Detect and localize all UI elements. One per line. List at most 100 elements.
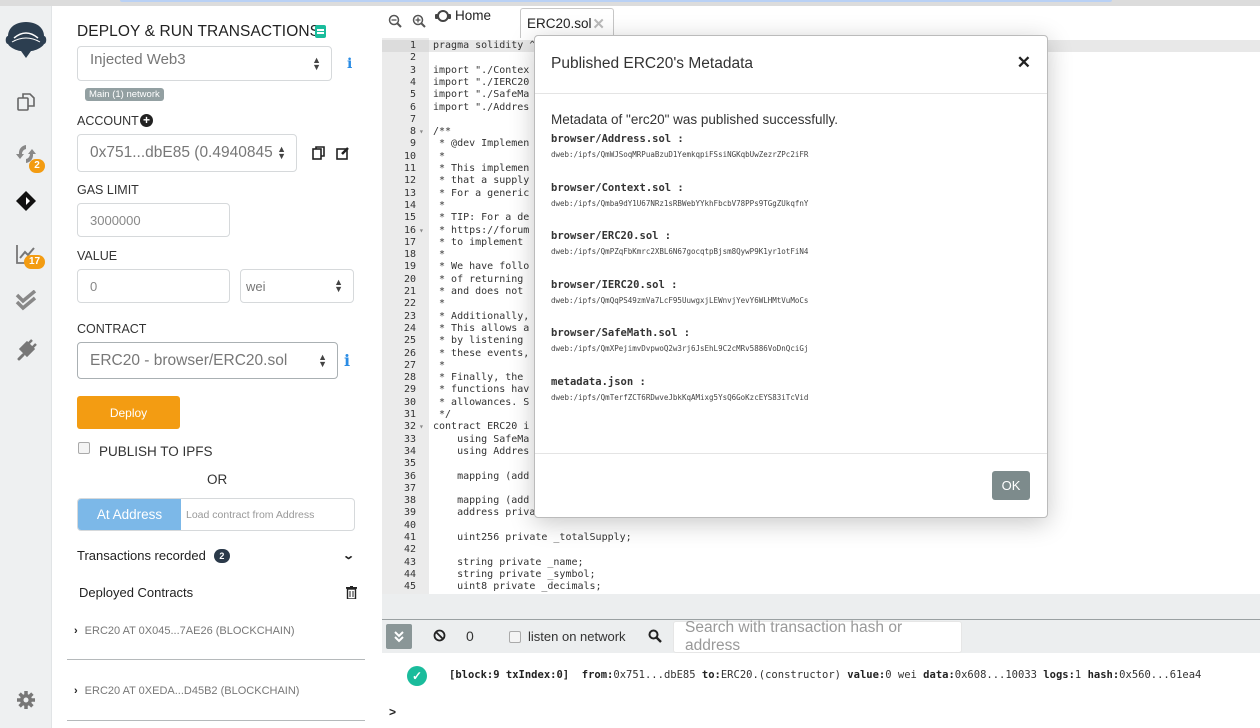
terminal-toolbar: 0 listen on network Search with transact… <box>382 619 1260 654</box>
deployed-contract-item[interactable]: › ERC20 AT 0XEDA...D45B2 (BLOCKCHAIN) <box>74 685 299 697</box>
modal-message: Metadata of "erc20" was published succes… <box>551 112 838 127</box>
fold-arrow-icon[interactable]: ▾ <box>419 421 424 433</box>
line-number: 13 <box>403 187 416 199</box>
at-address-input[interactable]: Load contract from Address <box>181 499 354 530</box>
zoom-out-icon[interactable] <box>388 14 402 31</box>
transaction-log-line[interactable]: [block:9 txIndex:0] from:0x751...dbE85 t… <box>449 669 1201 681</box>
metadata-ipfs-link[interactable]: dweb:/ipfs/QmWJSoqMRPuaBzuD1YemkqpiFSsiN… <box>551 150 808 159</box>
listen-network-checkbox[interactable] <box>509 631 521 643</box>
value-input[interactable]: 0 <box>77 269 230 303</box>
line-number: 22 <box>403 298 416 310</box>
line-number: 3 <box>409 64 416 76</box>
line-code: string private _symbol; <box>433 568 596 580</box>
edit-account-icon[interactable] <box>336 146 350 165</box>
metadata-ipfs-link[interactable]: dweb:/ipfs/QmXPejimvDvpwoQ2w3rj6JsEhL9C2… <box>551 344 808 353</box>
at-address-button[interactable]: At Address <box>78 499 181 530</box>
line-number: 23 <box>403 310 416 322</box>
line-number: 40 <box>403 519 416 531</box>
line-number: 11 <box>403 163 416 174</box>
remix-logo-icon[interactable] <box>0 20 52 60</box>
copy-address-icon[interactable] <box>312 146 325 165</box>
value-unit-select[interactable]: wei ▲ ▼ <box>240 269 354 303</box>
metadata-ipfs-link[interactable]: dweb:/ipfs/QmQqPS49zmVa7LcF95UuwgxjLEWnv… <box>551 296 808 305</box>
line-code: pragma solidity ^ <box>433 40 536 51</box>
close-tab-icon[interactable]: ✕ <box>592 15 605 33</box>
metadata-ipfs-link[interactable]: dweb:/ipfs/QmTerfZCT6RDwveJbkKqAMixg5YsQ… <box>551 393 808 402</box>
fold-arrow-icon[interactable]: ▾ <box>419 225 424 237</box>
modal-title: Published ERC20's Metadata <box>551 55 753 72</box>
line-number: 15 <box>403 212 416 224</box>
publish-ipfs-checkbox[interactable] <box>78 442 90 454</box>
line-code: * <box>433 359 446 371</box>
line-number: 8 <box>409 126 416 138</box>
transaction-search-input[interactable]: Search with transaction hash or address <box>673 619 962 654</box>
add-account-icon[interactable]: + <box>140 114 153 127</box>
metadata-ipfs-link[interactable]: dweb:/ipfs/Qmba9dY1U67NRz1sRBWebYYkhFbcb… <box>551 199 808 208</box>
line-code: * <box>433 150 446 162</box>
line-code: * TIP: For a de <box>433 212 530 224</box>
account-select[interactable]: 0x751...dbE85 (0.4940845 ▲ ▼ <box>77 134 297 172</box>
trash-icon[interactable] <box>346 586 357 604</box>
fold-arrow-icon[interactable]: ▾ <box>419 126 424 138</box>
deployed-contract-item[interactable]: › ERC20 AT 0X045...7AE26 (BLOCKCHAIN) <box>74 625 295 637</box>
line-code: * @dev Implemen <box>433 138 530 150</box>
search-icon <box>648 629 662 648</box>
tx-logs-label: logs: <box>1043 669 1075 681</box>
zoom-in-icon[interactable] <box>412 14 426 31</box>
transactions-recorded-label: Transactions recorded <box>77 548 206 563</box>
line-number: 25 <box>403 335 416 347</box>
editor-footer <box>382 594 1260 620</box>
compile-icon[interactable]: 2 <box>0 139 52 173</box>
settings-gear-icon[interactable] <box>0 688 52 712</box>
clear-console-icon[interactable] <box>433 629 446 647</box>
tab-home[interactable]: Home <box>435 8 491 23</box>
environment-info-icon[interactable]: i <box>347 56 352 72</box>
metadata-ipfs-link[interactable]: dweb:/ipfs/QmPZqFbKmrc2XBL6N67gocqtpBjsm… <box>551 247 808 256</box>
deploy-run-icon[interactable] <box>0 189 52 213</box>
gas-limit-input[interactable]: 3000000 <box>77 203 230 237</box>
metadata-entry: metadata.json : dweb:/ipfs/QmTerfZCT6RDwv… <box>551 376 808 402</box>
line-code: import "./Addres <box>433 101 530 113</box>
line-number: 17 <box>403 236 416 248</box>
documentation-book-icon[interactable] <box>315 25 326 38</box>
close-icon[interactable]: ✕ <box>1017 53 1031 73</box>
line-code: * Additionally, <box>433 310 530 322</box>
file-explorer-icon[interactable] <box>0 90 52 114</box>
line-code: uint8 private _decimals; <box>433 581 602 593</box>
environment-select[interactable]: Injected Web3 ▲ ▼ <box>77 46 332 81</box>
chevron-down-icon[interactable]: ⌄ <box>342 549 355 562</box>
contract-info-icon[interactable]: i <box>344 351 350 370</box>
code-line: 43 string private _name; <box>382 557 1260 569</box>
divider <box>67 720 365 721</box>
plugin-manager-icon[interactable] <box>0 338 52 362</box>
analysis-icon[interactable]: 17 <box>0 239 52 269</box>
line-number: 41 <box>403 532 416 543</box>
deploy-button[interactable]: Deploy <box>77 396 180 429</box>
success-check-icon: ✓ <box>407 666 427 686</box>
testing-icon[interactable] <box>0 289 52 313</box>
line-code: * For a generic <box>433 187 530 199</box>
transactions-recorded-row[interactable]: Transactions recorded 2 <box>77 548 230 563</box>
value-unit: wei <box>246 278 266 294</box>
publish-ipfs-label: PUBLISH TO IPFS <box>99 444 213 459</box>
line-number: 32 <box>403 421 416 433</box>
metadata-file-name: metadata.json : <box>551 375 646 388</box>
ok-button[interactable]: OK <box>992 471 1030 500</box>
line-number: 28 <box>403 372 416 384</box>
select-arrows-icon: ▲ ▼ <box>312 54 321 72</box>
line-code: string private _name; <box>433 556 584 568</box>
line-number: 10 <box>403 150 416 162</box>
tab-file-label: ERC20.sol <box>527 16 592 31</box>
tx-data: 0x608...10033 <box>954 669 1037 681</box>
console-prompt[interactable]: > <box>389 705 396 719</box>
line-number: 35 <box>403 458 416 470</box>
gas-limit-label: GAS LIMIT <box>77 183 139 197</box>
toggle-terminal-button[interactable] <box>386 624 412 649</box>
line-number: 2 <box>409 52 416 64</box>
tab-home-label: Home <box>455 8 492 23</box>
line-code: * We have follo <box>433 261 530 273</box>
line-code: * This allows a <box>433 322 530 334</box>
select-arrows-icon: ▲ ▼ <box>318 351 327 369</box>
metadata-entry: browser/ERC20.sol : dweb:/ipfs/QmPZqFbKmr… <box>551 230 808 256</box>
contract-select[interactable]: ERC20 - browser/ERC20.sol ▲ ▼ <box>77 342 338 379</box>
